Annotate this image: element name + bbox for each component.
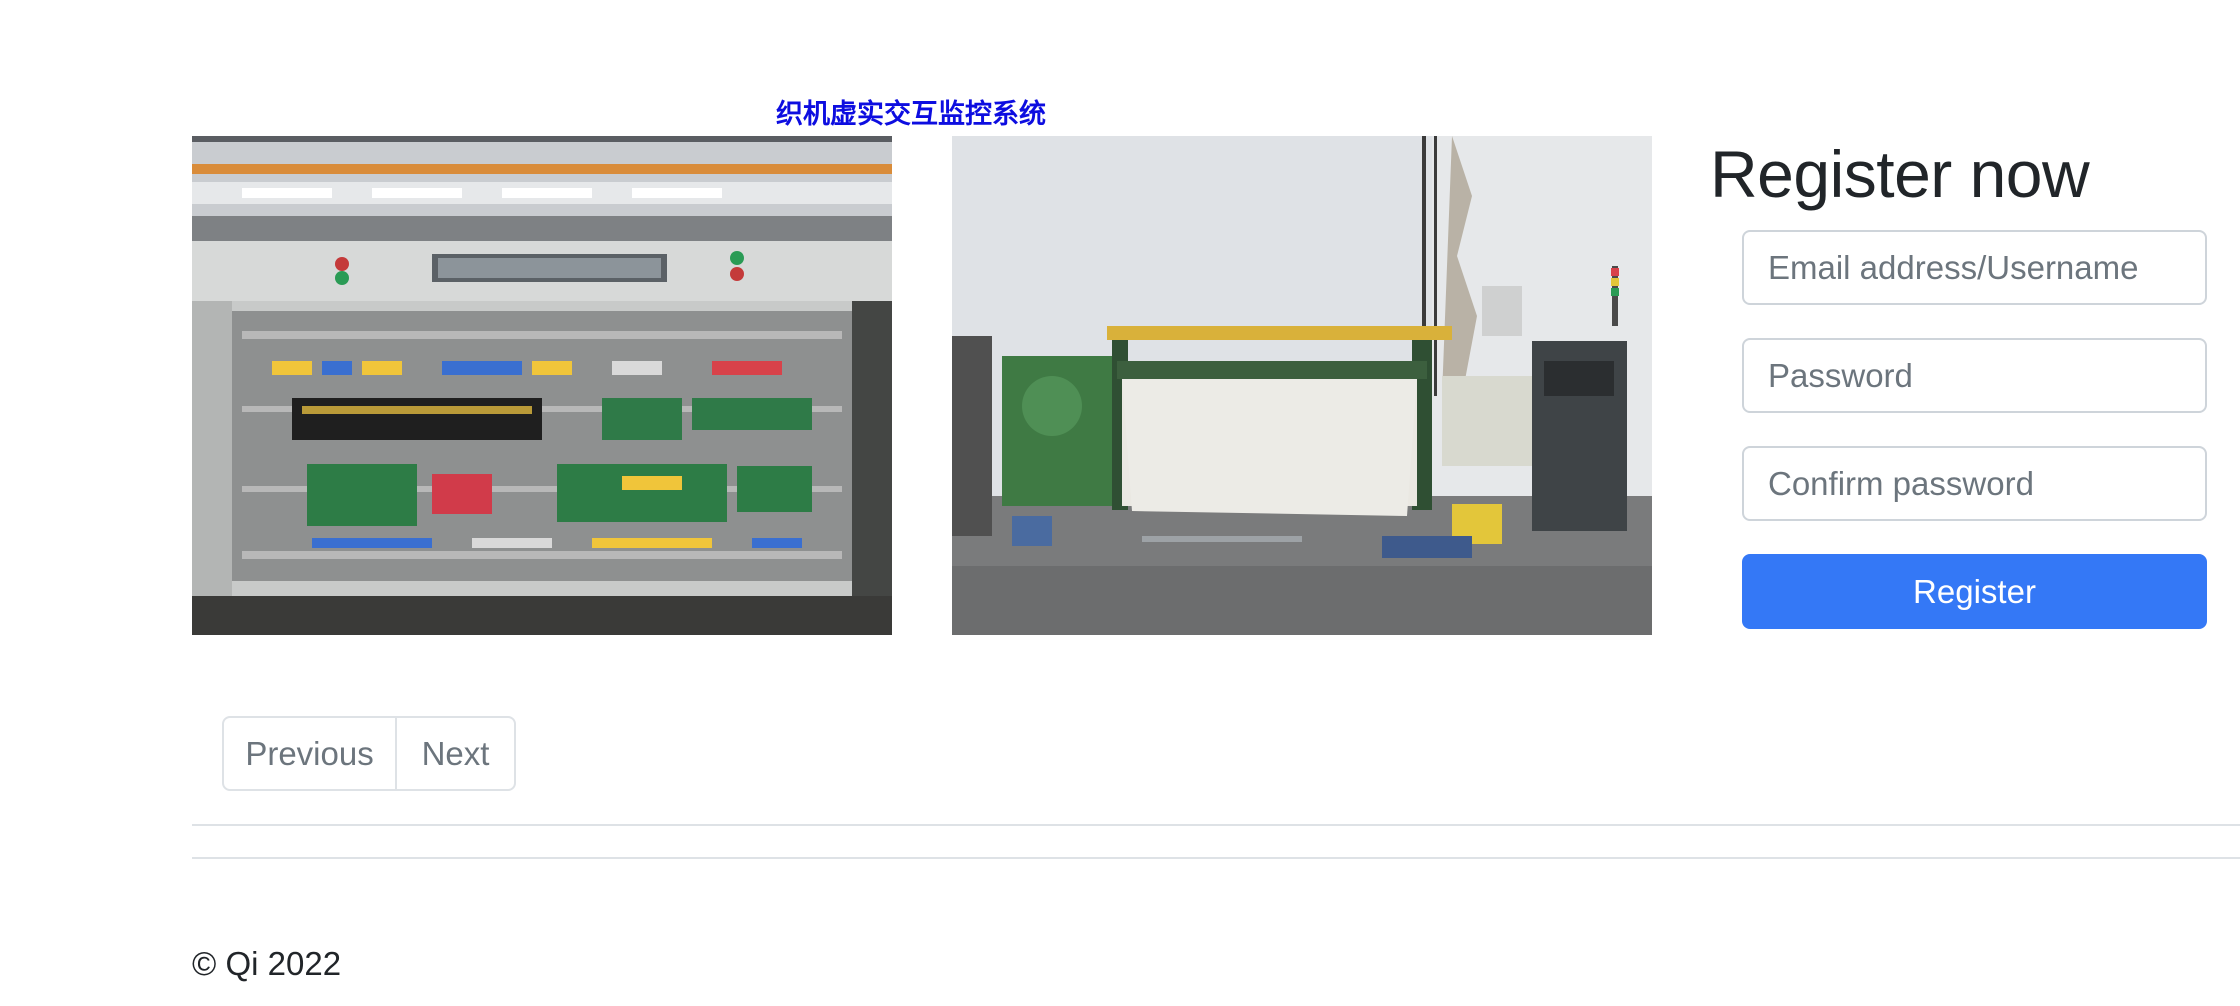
loom-machine-photo bbox=[952, 136, 1652, 635]
confirm-password-input[interactable] bbox=[1742, 446, 2207, 521]
site-title: 织机虚实交互监控系统 bbox=[776, 99, 1046, 130]
divider bbox=[192, 857, 2240, 859]
page: 织机虚实交互监控系统 Register now Email address/Us… bbox=[0, 0, 2240, 1006]
control-cabinet-photo bbox=[192, 136, 892, 635]
divider bbox=[192, 824, 2240, 826]
register-button[interactable]: Register bbox=[1742, 554, 2207, 629]
footer-copyright: © Qi 2022 bbox=[192, 945, 342, 982]
register-heading: Register now bbox=[1710, 137, 2090, 211]
email-username-input[interactable] bbox=[1742, 230, 2207, 305]
control-cabinet-illustration bbox=[192, 136, 892, 635]
previous-button[interactable]: Previous bbox=[224, 718, 397, 789]
password-input[interactable] bbox=[1742, 338, 2207, 413]
loom-machine-illustration bbox=[952, 136, 1652, 635]
next-button[interactable]: Next bbox=[397, 718, 514, 789]
gallery-pager: Previous Next bbox=[222, 716, 516, 791]
